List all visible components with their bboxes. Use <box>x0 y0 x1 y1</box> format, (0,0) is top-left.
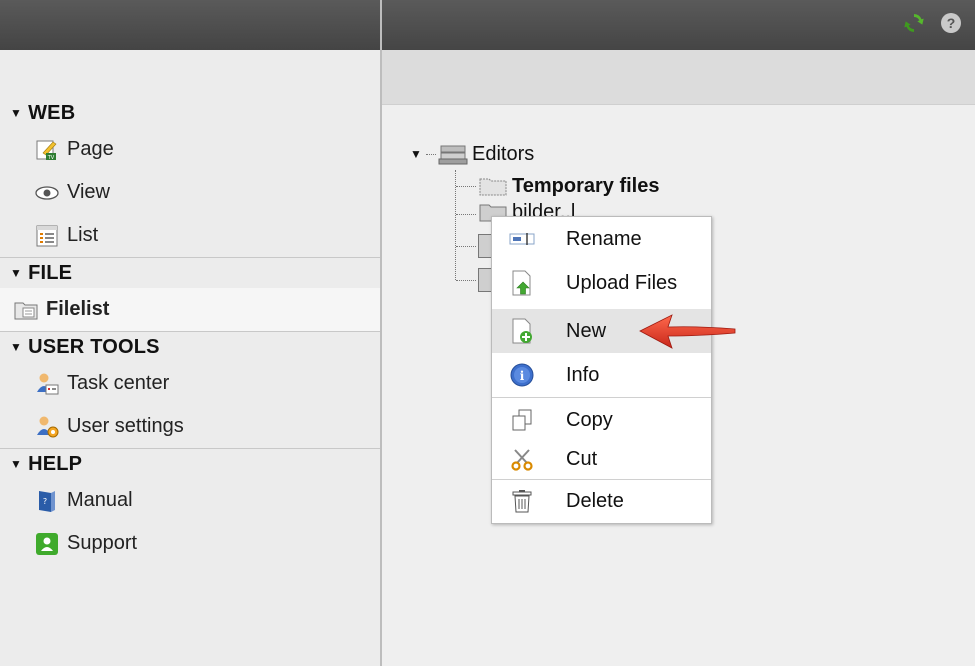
list-icon <box>35 224 59 248</box>
menu-item-label: Delete <box>566 489 624 512</box>
module-header-help[interactable]: ▼ HELP <box>0 449 380 479</box>
sidebar-item-filelist[interactable]: Filelist <box>0 288 380 331</box>
module-group-help: ▼ HELP ? Manual Support <box>0 449 380 565</box>
sidebar-item-task-center[interactable]: Task center <box>0 362 380 405</box>
menu-item-label: Cut <box>566 447 598 470</box>
menu-item-delete[interactable]: Delete <box>492 479 711 523</box>
sidebar-item-label: Support <box>67 532 138 554</box>
storage-icon <box>438 143 468 165</box>
sidebar-item-label: User settings <box>67 415 184 437</box>
sidebar-item-label: Page <box>67 138 114 160</box>
info-icon: i <box>508 361 536 389</box>
topbar-left <box>0 0 380 50</box>
module-group-web: ▼ WEB TV Page View List <box>0 98 380 258</box>
collapse-triangle-icon: ▼ <box>10 266 23 280</box>
sidebar-item-user-settings[interactable]: User settings <box>0 405 380 448</box>
folder-tree: ▼ Editors Temporary files bilder..l <box>410 138 659 223</box>
module-header-label: HELP <box>28 452 83 475</box>
menu-item-label: Upload Files <box>566 271 678 294</box>
menu-item-label: Info <box>566 363 600 386</box>
task-center-icon <box>35 372 59 396</box>
module-group-user-tools: ▼ USER TOOLS Task center User settings <box>0 332 380 449</box>
support-icon <box>35 532 59 556</box>
module-header-web[interactable]: ▼ WEB <box>0 98 380 128</box>
collapse-triangle-icon: ▼ <box>10 106 23 120</box>
module-header-label: WEB <box>28 101 76 124</box>
svg-text:?: ? <box>947 15 956 31</box>
user-settings-icon <box>35 415 59 439</box>
collapse-triangle-icon: ▼ <box>10 340 23 354</box>
tree-connector-line <box>456 280 476 282</box>
tree-root-label: Editors <box>472 142 535 165</box>
svg-text:i: i <box>520 369 525 383</box>
eye-icon <box>35 181 59 205</box>
refresh-icon[interactable] <box>903 11 925 35</box>
module-menu: ▼ WEB TV Page View List ▼ FILE Filelist … <box>0 50 380 666</box>
module-header-file[interactable]: ▼ FILE <box>0 258 380 288</box>
sidebar-item-support[interactable]: Support <box>0 522 380 565</box>
top-icons: ? <box>903 11 963 35</box>
folder-icon <box>478 175 508 197</box>
svg-text:TV: TV <box>47 155 55 161</box>
filelist-icon <box>14 298 38 322</box>
tree-connector-line <box>426 153 436 155</box>
tree-connector-line <box>456 246 476 248</box>
new-file-icon <box>508 317 536 345</box>
sidebar-item-label: List <box>67 224 99 246</box>
sidebar-item-label: Manual <box>67 489 133 511</box>
sidebar-item-page[interactable]: TV Page <box>0 128 380 171</box>
collapse-triangle-icon: ▼ <box>10 457 23 471</box>
menu-item-copy[interactable]: Copy <box>492 398 711 442</box>
sidebar-item-label: Task center <box>67 372 170 394</box>
sidebar-item-label: Filelist <box>46 298 110 320</box>
menu-item-label: Rename <box>566 227 642 250</box>
context-menu: Rename Upload Files New i Info Copy Cut … <box>491 216 712 524</box>
menu-item-cut[interactable]: Cut <box>492 437 711 481</box>
delete-icon <box>508 487 536 515</box>
sidebar-item-manual[interactable]: ? Manual <box>0 479 380 522</box>
help-icon[interactable]: ? <box>939 11 963 35</box>
sidebar-spacer <box>0 50 380 98</box>
topbar-right: ? <box>382 0 975 50</box>
svg-text:?: ? <box>43 497 47 506</box>
menu-item-rename[interactable]: Rename <box>492 217 711 261</box>
upload-icon <box>508 269 536 297</box>
menu-item-upload-files[interactable]: Upload Files <box>492 261 711 305</box>
tree-node-label: Temporary files <box>512 174 660 197</box>
rename-icon <box>508 225 536 253</box>
module-header-user-tools[interactable]: ▼ USER TOOLS <box>0 332 380 362</box>
tree-node-temporary-files[interactable]: Temporary files <box>410 170 659 202</box>
sidebar-item-label: View <box>67 181 110 203</box>
module-header-label: FILE <box>28 261 73 284</box>
app-window: ? ▼ WEB TV Page View List ▼ FILE Filelis… <box>0 0 975 666</box>
tree-root-editors[interactable]: ▼ Editors <box>410 138 659 170</box>
sidebar-item-list[interactable]: List <box>0 214 380 257</box>
module-header-label: USER TOOLS <box>28 335 160 358</box>
page-icon: TV <box>35 138 59 162</box>
cut-icon <box>508 445 536 473</box>
tree-expand-triangle-icon[interactable]: ▼ <box>410 147 426 161</box>
content-docheader <box>382 50 975 105</box>
red-arrow-annotation <box>638 311 738 356</box>
module-group-file: ▼ FILE Filelist <box>0 258 380 332</box>
sidebar-item-view[interactable]: View <box>0 171 380 214</box>
menu-item-label: Copy <box>566 408 613 431</box>
copy-icon <box>508 406 536 434</box>
menu-item-label: New <box>566 319 607 342</box>
manual-icon: ? <box>35 489 59 513</box>
menu-item-info[interactable]: i Info <box>492 353 711 397</box>
